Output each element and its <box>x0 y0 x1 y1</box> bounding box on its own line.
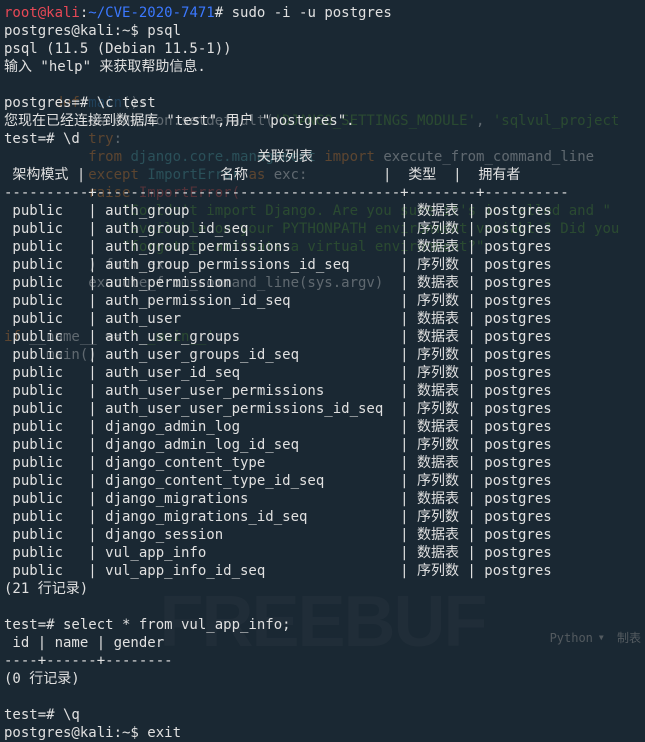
row-count: (21 行记录) <box>4 581 88 597</box>
table-row: public | auth_user_groups | 数据表 | postgr… <box>4 329 552 345</box>
result-header: id | name | gender <box>4 635 173 651</box>
line-select-query: test=# select * from vul_app_info; <box>4 617 291 633</box>
table-row: public | auth_user_id_seq | 序列数 | postgr… <box>4 365 552 381</box>
terminal-output[interactable]: root@kali:~/CVE-2020-7471# sudo -i -u po… <box>4 4 641 742</box>
result-count: (0 行记录) <box>4 671 80 687</box>
prompt-cwd: ~/CVE-2020-7471 <box>88 5 214 21</box>
table-header: 架构模式 | 名称 | 类型 | 拥有者 <box>4 167 537 183</box>
table-row: public | auth_user | 数据表 | postgres <box>4 311 552 327</box>
table-row: public | django_migrations | 数据表 | postg… <box>4 491 552 507</box>
table-row: public | django_admin_log_id_seq | 序列数 |… <box>4 437 552 453</box>
line-describe-cmd: test=# \d <box>4 131 80 147</box>
table-divider: ----------+-----------------------------… <box>4 185 569 201</box>
table-row: public | auth_group_id_seq | 序列数 | postg… <box>4 221 552 237</box>
line-psql-launch: postgres@kali:~$ psql <box>4 23 181 39</box>
table-row: public | django_migrations_id_seq | 序列数 … <box>4 509 552 525</box>
table-title: 关联列表 <box>4 149 313 165</box>
result-divider: ----+------+-------- <box>4 653 173 669</box>
table-row: public | django_session | 数据表 | postgres <box>4 527 552 543</box>
prompt-user: root@kali <box>4 5 80 21</box>
table-row: public | auth_group_permissions_id_seq |… <box>4 257 552 273</box>
table-row: public | django_content_type | 数据表 | pos… <box>4 455 552 471</box>
command-sudo: sudo -i -u postgres <box>223 5 392 21</box>
line-connected-msg: 您现在已经连接到数据库 "test",用户 "postgres". <box>4 113 355 129</box>
table-row: public | django_admin_log | 数据表 | postgr… <box>4 419 552 435</box>
line-psql-version: psql (11.5 (Debian 11.5-1)) <box>4 41 232 57</box>
line-help-hint: 输入 "help" 来获取帮助信息. <box>4 59 206 75</box>
table-row: public | auth_permission_id_seq | 序列数 | … <box>4 293 552 309</box>
table-row: public | django_content_type_id_seq | 序列… <box>4 473 552 489</box>
line-connect-test: postgres=# \c test <box>4 95 156 111</box>
table-row: public | auth_user_user_permissions_id_s… <box>4 401 552 417</box>
table-row: public | auth_group_permissions | 数据表 | … <box>4 239 552 255</box>
table-row: public | auth_group | 数据表 | postgres <box>4 203 552 219</box>
table-row: public | auth_permission | 数据表 | postgre… <box>4 275 552 291</box>
line-exit: postgres@kali:~$ exit <box>4 725 181 741</box>
table-row: public | auth_user_groups_id_seq | 序列数 |… <box>4 347 552 363</box>
table-row: public | vul_app_info_id_seq | 序列数 | pos… <box>4 563 552 579</box>
line-quit: test=# \q <box>4 707 80 723</box>
prompt-hash: # <box>215 5 223 21</box>
table-row: public | vul_app_info | 数据表 | postgres <box>4 545 552 561</box>
table-row: public | auth_user_user_permissions | 数据… <box>4 383 552 399</box>
